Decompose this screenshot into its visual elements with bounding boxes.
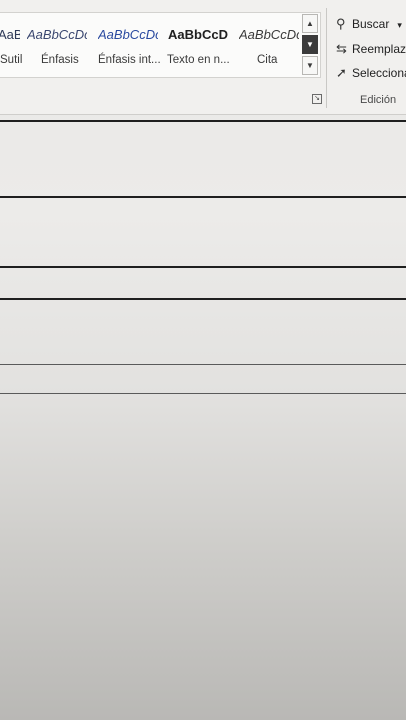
document-line [0, 120, 406, 122]
search-icon: ⚲ [336, 16, 346, 31]
chevron-up-icon[interactable]: ▲ [302, 14, 318, 33]
document-line [0, 196, 406, 198]
chevron-down-icon[interactable]: ▾ [397, 20, 402, 30]
group-separator [326, 8, 327, 108]
document-line [0, 298, 406, 300]
style-name-enfasis-intenso[interactable]: Énfasis int... [98, 54, 161, 66]
dialog-launcher-icon[interactable]: ↘ [312, 94, 322, 104]
replace-button[interactable]: ⇆ Reemplazar [336, 41, 406, 57]
document-line [0, 364, 406, 365]
find-button[interactable]: ⚲ Buscar ▾ [336, 16, 402, 32]
style-name-sutil[interactable]: Sutil [0, 54, 22, 66]
replace-icon: ⇆ [336, 41, 347, 56]
style-sample-texto-negrita[interactable]: AaBbCcDc [168, 27, 228, 42]
chevron-down-icon[interactable]: ▼ [302, 35, 318, 54]
style-name-enfasis[interactable]: Énfasis [41, 54, 79, 66]
ribbon: AaBbCcDc Sutil AaBbCcDc Énfasis AaBbCcDc… [0, 0, 406, 115]
more-styles-icon[interactable]: ▼ [302, 56, 318, 75]
style-sample-cita[interactable]: AaBbCcDc [239, 27, 299, 42]
style-sample-enfasis-intenso[interactable]: AaBbCcDc [98, 27, 158, 42]
find-label: Buscar [352, 17, 390, 31]
document-line [0, 266, 406, 268]
style-name-cita[interactable]: Cita [257, 54, 277, 66]
select-button[interactable]: ➚ Seleccionar [336, 65, 406, 81]
cursor-icon: ➚ [336, 65, 347, 80]
editing-group-label: Edición [360, 94, 397, 106]
select-label: Seleccionar [352, 66, 406, 80]
document-line [0, 393, 406, 394]
styles-gallery: AaBbCcDc Sutil AaBbCcDc Énfasis AaBbCcDc… [0, 12, 321, 78]
style-sample-sutil[interactable]: AaBbCcDc [0, 27, 20, 42]
style-sample-enfasis[interactable]: AaBbCcDc [27, 27, 87, 42]
replace-label: Reemplazar [352, 42, 406, 56]
style-name-texto-negrita[interactable]: Texto en n... [167, 54, 230, 66]
